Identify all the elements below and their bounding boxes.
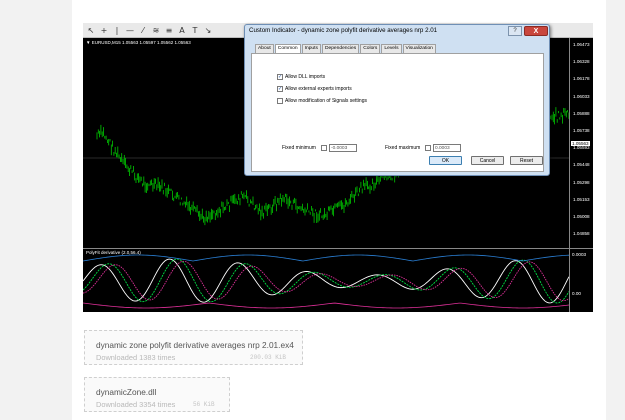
fibonacci-icon[interactable]: ≋ <box>151 25 161 36</box>
tab-colors[interactable]: Colors <box>360 44 381 53</box>
text-label-icon[interactable]: T <box>190 25 200 36</box>
reset-button[interactable]: Reset <box>510 156 543 165</box>
download-size: 56 KiB <box>193 401 215 408</box>
fixed-maximum-input[interactable]: 0.0003 <box>433 144 461 152</box>
download-name[interactable]: dynamicZone.dll <box>96 387 156 397</box>
cursor-icon[interactable]: ↖ <box>86 25 96 36</box>
allow-experts-label: Allow external experts imports <box>285 86 352 92</box>
close-button[interactable]: X <box>524 26 548 36</box>
custom-indicator-dialog: Custom Indicator - dynamic zone polyfit … <box>244 24 550 176</box>
allow-experts-row[interactable]: ✓ Allow external experts imports <box>277 86 352 92</box>
dialog-body: ✓ Allow DLL imports ✓ Allow external exp… <box>251 53 544 172</box>
fixed-maximum-checkbox[interactable] <box>425 145 431 151</box>
price-axis-label: 1.05448 <box>573 162 590 168</box>
price-axis-label: 1.05008 <box>573 214 590 219</box>
allow-signals-row[interactable]: Allow modification of Signals settings <box>277 98 367 104</box>
tab-about[interactable]: About <box>255 44 274 53</box>
allow-dll-label: Allow DLL imports <box>285 74 326 80</box>
arrows-icon[interactable]: ↘ <box>203 25 213 36</box>
price-axis: 1.06473 1.06328 1.06178 1.06033 1.05888 1.057… <box>569 38 593 312</box>
indicator-lines <box>83 254 569 309</box>
vertical-line-icon[interactable]: | <box>112 25 122 36</box>
price-axis-label: 1.06178 <box>573 76 590 82</box>
tab-visualization[interactable]: Visualization <box>402 44 436 53</box>
fixed-minimum-input[interactable]: -0.0003 <box>329 144 357 152</box>
horizontal-line-icon[interactable]: — <box>125 25 135 36</box>
allow-signals-label: Allow modification of Signals settings <box>285 98 367 104</box>
tab-dependencies[interactable]: Dependencies <box>321 44 360 53</box>
channel-icon[interactable]: ≡ <box>164 25 174 36</box>
subchart-label: PolyFit derivative (2.0,56.4) <box>86 250 141 255</box>
price-axis-label: 1.06033 <box>573 93 590 99</box>
indicator-subchart[interactable] <box>83 249 569 312</box>
allow-signals-checkbox[interactable] <box>277 98 283 104</box>
indicator-magenta-line <box>83 260 569 302</box>
price-axis-label: 1.05738 <box>573 128 590 133</box>
current-price-tag: 1.05563 <box>571 141 590 146</box>
zone-lower-line <box>83 302 569 309</box>
fixed-minimum-checkbox[interactable] <box>321 145 327 151</box>
symbol-info: ▼ EURUSD,M15 1.05563 1.05597 1.05562 1.0… <box>86 40 191 45</box>
ok-button[interactable]: OK <box>429 156 462 165</box>
price-axis-label: 1.06328 <box>573 59 590 65</box>
download-name[interactable]: dynamic zone polyfit derivative averages… <box>96 340 294 350</box>
price-axis-label: 1.06473 <box>573 42 590 47</box>
cancel-button[interactable]: Cancel <box>471 156 504 165</box>
download-count: Downloaded 3354 times <box>96 400 176 409</box>
price-axis-label: 1.05298 <box>573 179 590 185</box>
download-item-dll[interactable]: dynamicZone.dll Downloaded 3354 times 56… <box>84 377 230 412</box>
tab-inputs[interactable]: Inputs <box>301 44 321 53</box>
price-axis-label: 1.05153 <box>573 196 590 202</box>
price-axis-label: 1.04858 <box>573 231 590 237</box>
subchart-axis-top: 0.0003 <box>572 252 587 257</box>
download-count: Downloaded 1383 times <box>96 353 176 362</box>
trendline-icon[interactable]: ⁄ <box>138 25 148 36</box>
allow-dll-row[interactable]: ✓ Allow DLL imports <box>277 74 325 80</box>
download-size: 200.03 KiB <box>250 354 287 361</box>
text-icon[interactable]: A <box>177 25 187 36</box>
subchart-axis-mid: 0.00 <box>572 291 581 296</box>
price-axis-label: 1.05888 <box>573 110 590 116</box>
crosshair-icon[interactable]: + <box>99 25 109 36</box>
fixed-maximum-label: Fixed maximum <box>385 145 421 151</box>
allow-experts-checkbox[interactable]: ✓ <box>277 86 283 92</box>
fixed-minimum-label: Fixed minimum <box>282 145 316 151</box>
zone-upper-line <box>83 254 569 262</box>
download-item-ex4[interactable]: dynamic zone polyfit derivative averages… <box>84 330 303 365</box>
allow-dll-checkbox[interactable]: ✓ <box>277 74 283 80</box>
help-button[interactable]: ? <box>508 26 522 36</box>
dialog-title: Custom Indicator - dynamic zone polyfit … <box>249 27 438 34</box>
tab-levels[interactable]: Levels <box>381 44 402 53</box>
